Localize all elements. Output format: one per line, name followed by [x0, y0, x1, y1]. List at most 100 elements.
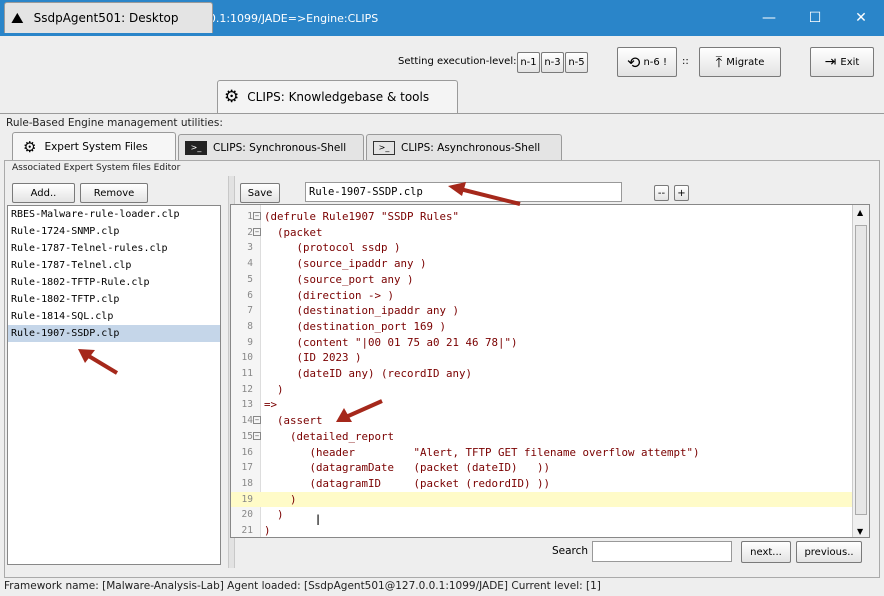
close-button[interactable]: ✕	[838, 0, 884, 36]
code-line[interactable]: 13 =>	[231, 397, 853, 413]
code-text: (datagramDate (packet (dateID) ))	[264, 461, 551, 475]
code-line[interactable]: 4 (source_ipaddr any )	[231, 256, 853, 272]
code-line[interactable]: 20 )	[231, 507, 853, 523]
zoom-out-button[interactable]: --	[654, 185, 669, 201]
up-arrow-icon: ⤒	[715, 53, 723, 71]
cloud-icon: ⛰	[11, 9, 24, 27]
annotation-arrow	[78, 349, 119, 375]
save-button[interactable]: Save	[240, 183, 280, 203]
fold-toggle-icon[interactable]: −	[253, 212, 261, 220]
code-text: (destination_ipaddr any )	[264, 304, 460, 318]
cycle-arrow-icon: ⟲	[627, 52, 641, 72]
tab-synchronous-shell[interactable]: >_ CLIPS: Synchronous-Shell	[178, 134, 364, 160]
tab-desktop[interactable]: ⛰ SsdpAgent501: Desktop	[4, 2, 213, 33]
level-n6-label: n-6 !	[643, 56, 667, 68]
annotation-arrow	[448, 182, 521, 206]
code-line[interactable]: 16 (header "Alert, TFTP GET filename ove…	[231, 445, 853, 461]
code-line[interactable]: 21)	[231, 523, 853, 537]
fold-toggle-icon[interactable]: −	[253, 416, 261, 425]
code-line[interactable]: 18 (datagramID (packet (redordID) ))	[231, 476, 853, 492]
list-item[interactable]: Rule-1802-TFTP.clp	[8, 291, 220, 308]
list-item[interactable]: Rule-1814-SQL.clp	[8, 308, 220, 325]
code-text: )	[264, 492, 297, 506]
next-button[interactable]: next...	[741, 541, 791, 563]
file-list[interactable]: RBES-Malware-rule-loader.clp Rule-1724-S…	[7, 205, 221, 565]
line-number: 16	[241, 446, 253, 458]
scroll-up-arrow[interactable]: ▲	[857, 208, 863, 217]
line-number: 13	[241, 399, 253, 411]
text-cursor-icon: I	[316, 513, 321, 529]
tab-asynchronous-shell-label: CLIPS: Asynchronous-Shell	[401, 141, 541, 154]
code-line[interactable]: 12 )	[231, 382, 853, 398]
code-line[interactable]: 15− (detailed_report	[231, 429, 853, 445]
execution-level-label: Setting execution-level:	[398, 56, 517, 67]
previous-button[interactable]: previous..	[796, 541, 862, 563]
code-line[interactable]: 6 (direction -> )	[231, 288, 853, 304]
level-n1-button[interactable]: n-1	[517, 52, 540, 73]
code-line[interactable]: 5 (source_port any )	[231, 272, 853, 288]
search-label: Search	[552, 545, 589, 557]
maximize-button[interactable]: ☐	[792, 0, 838, 36]
migrate-label: Migrate	[726, 56, 765, 68]
minimize-button[interactable]: —	[746, 0, 792, 36]
code-text: (assert	[264, 414, 323, 428]
list-item[interactable]: Rule-1802-TFTP-Rule.clp	[8, 274, 220, 291]
line-number: 1	[247, 211, 253, 222]
tab-asynchronous-shell[interactable]: >_ CLIPS: Asynchronous-Shell	[366, 134, 562, 160]
search-input[interactable]	[592, 541, 732, 562]
list-item[interactable]: Rule-1787-Telnel.clp	[8, 257, 220, 274]
line-number: 3	[247, 242, 253, 254]
list-item[interactable]: Rule-1787-Telnel-rules.clp	[8, 240, 220, 257]
add-button[interactable]: Add..	[12, 183, 75, 203]
code-line[interactable]: 2− (packet	[231, 225, 853, 241]
line-number: 8	[247, 320, 253, 332]
annotation-arrow	[336, 399, 383, 422]
fold-toggle-icon[interactable]: −	[253, 227, 261, 236]
code-line[interactable]: 10 (ID 2023 )	[231, 350, 853, 366]
code-text: (source_port any )	[264, 272, 414, 286]
list-item-selected[interactable]: Rule-1907-SSDP.clp	[8, 325, 220, 342]
zoom-in-button[interactable]: +	[674, 185, 689, 201]
code-line[interactable]: 9 (content "|00 01 75 a0 21 46 78|")	[231, 335, 853, 351]
tab-expert-system-files[interactable]: ⚙ Expert System Files	[12, 132, 176, 160]
migrate-button[interactable]: ⤒ Migrate	[699, 47, 781, 77]
code-text: (defrule Rule1907 "SSDP Rules"	[264, 210, 460, 223]
scroll-thumb[interactable]	[855, 225, 867, 515]
code-editor[interactable]: 1− (defrule Rule1907 "SSDP Rules" 2− (pack…	[230, 204, 870, 538]
code-line[interactable]: 3 (protocol ssdp )	[231, 240, 853, 256]
list-item[interactable]: RBES-Malware-rule-loader.clp	[8, 206, 220, 223]
status-bar: Framework name: [Malware-Analysis-Lab] A…	[4, 580, 601, 592]
exit-button[interactable]: ⇥ Exit	[810, 47, 874, 77]
code-text: (ID 2023 )	[264, 351, 362, 365]
code-text: (direction -> )	[264, 288, 395, 302]
code-text: (content "|00 01 75 a0 21 46 78|")	[264, 335, 518, 349]
fold-toggle-icon[interactable]: −	[253, 431, 261, 440]
code-text: (header "Alert, TFTP GET filename overfl…	[264, 445, 700, 459]
tab-divider	[0, 113, 884, 114]
code-line[interactable]: 8 (destination_port 169 )	[231, 319, 853, 335]
remove-button[interactable]: Remove	[80, 183, 148, 203]
terminal-icon: >_	[373, 140, 395, 155]
code-text: (packet	[264, 225, 323, 239]
scroll-down-arrow[interactable]: ▼	[857, 527, 863, 536]
code-line[interactable]: 17 (datagramDate (packet (dateID) ))	[231, 460, 853, 476]
code-line[interactable]: 1− (defrule Rule1907 "SSDP Rules"	[231, 209, 853, 225]
code-line[interactable]: 7 (destination_ipaddr any )	[231, 303, 853, 319]
line-number: 18	[241, 477, 253, 489]
code-line[interactable]: 14− (assert	[231, 413, 853, 429]
code-line[interactable]: 11 (dateID any) (recordID any)	[231, 366, 853, 382]
code-text: (dateID any) (recordID any)	[264, 367, 473, 380]
line-number: 21	[241, 525, 253, 536]
line-number: 19	[241, 493, 253, 505]
code-line[interactable]: 19 )	[231, 491, 853, 508]
tab-synchronous-shell-label: CLIPS: Synchronous-Shell	[213, 141, 347, 154]
tab-desktop-label: SsdpAgent501: Desktop	[33, 11, 179, 25]
vertical-scrollbar[interactable]: ▲ ▼	[852, 205, 869, 537]
level-n5-button[interactable]: n-5	[565, 52, 588, 73]
list-item[interactable]: Rule-1724-SNMP.clp	[8, 223, 220, 240]
line-number: 14	[241, 415, 253, 427]
level-n3-button[interactable]: n-3	[541, 52, 564, 73]
toolbar-separator: ::	[682, 56, 689, 67]
line-number: 7	[247, 305, 253, 317]
level-n6-button[interactable]: ⟲ n-6 !	[617, 47, 677, 77]
